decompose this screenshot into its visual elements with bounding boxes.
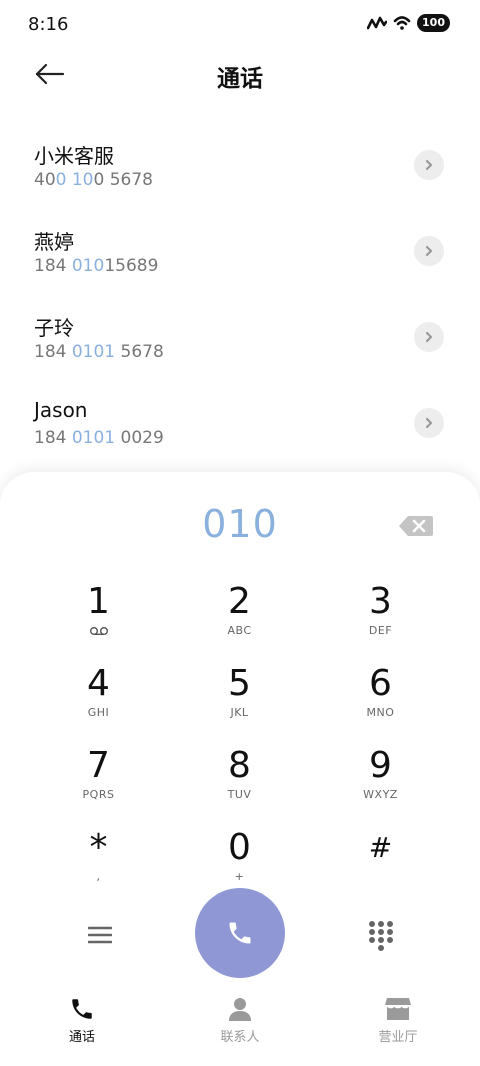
key-digit: 6 [369, 663, 392, 704]
key-8[interactable]: 8 TUV [169, 744, 310, 826]
contact-name: 小米客服 [34, 144, 114, 168]
contact-number: 184 0101 5678 [34, 342, 164, 362]
nav-item-contacts[interactable]: 联系人 [190, 996, 290, 1045]
menu-icon [88, 926, 112, 944]
key-letters: GHI [87, 706, 110, 719]
contact-number: 400 100 5678 [34, 170, 153, 190]
key-2[interactable]: 2 ABC [169, 580, 310, 662]
nav-item-store[interactable]: 营业厅 [348, 996, 448, 1045]
status-bar: 8:16 100 [0, 0, 480, 50]
key-letters: MNO [366, 706, 395, 719]
person-icon [229, 998, 251, 1021]
key-digit: 4 [87, 663, 110, 704]
store-icon [385, 998, 411, 1020]
voicemail-icon [89, 627, 108, 636]
contact-name: Jason [34, 398, 88, 422]
key-letters: JKL [230, 706, 249, 719]
contact-list: 小米客服 400 100 5678 燕婷 184 01015689 子玲 184… [0, 126, 480, 470]
key-digit: 1 [87, 581, 110, 622]
dialer-actions [0, 886, 480, 982]
contact-name: 燕婷 [34, 230, 74, 254]
key-7[interactable]: 7 PQRS [28, 744, 169, 826]
chevron-right-icon [425, 417, 433, 429]
key-digit: 9 [369, 745, 392, 786]
status-time: 8:16 [28, 14, 69, 35]
phone-icon [72, 999, 92, 1019]
call-button[interactable] [195, 888, 285, 978]
contact-detail-button[interactable] [414, 322, 444, 352]
key-1[interactable]: 1 [28, 580, 169, 662]
chevron-right-icon [425, 245, 433, 257]
contact-number: 184 01015689 [34, 256, 159, 276]
key-digit: * [89, 827, 108, 868]
bottom-nav: 通话 联系人 营业厅 [0, 996, 480, 1056]
phone-icon [229, 922, 251, 944]
nav-item-calls[interactable]: 通话 [32, 996, 132, 1045]
key-4[interactable]: 4 GHI [28, 662, 169, 744]
contact-item[interactable]: 子玲 184 0101 5678 [0, 298, 480, 384]
key-digit: 5 [228, 663, 251, 704]
wifi-icon [393, 16, 411, 30]
key-digit: 7 [87, 745, 110, 786]
key-digit: 3 [369, 581, 392, 622]
key-letters: + [234, 870, 245, 883]
contact-detail-button[interactable] [414, 236, 444, 266]
menu-button[interactable] [84, 920, 116, 950]
key-3[interactable]: 3 DEF [310, 580, 451, 662]
key-6[interactable]: 6 MNO [310, 662, 451, 744]
backspace-icon [399, 516, 433, 536]
status-icons: 100 [367, 14, 450, 32]
contact-name: 子玲 [34, 316, 74, 340]
key-letters: DEF [368, 624, 393, 637]
chevron-right-icon [425, 159, 433, 171]
nav-label: 联系人 [220, 1030, 260, 1045]
nav-label: 通话 [68, 1030, 95, 1045]
chevron-right-icon [425, 331, 433, 343]
contact-item[interactable]: Jason 184 0101 0029 [0, 384, 480, 470]
contact-detail-button[interactable] [414, 408, 444, 438]
contact-item[interactable]: 燕婷 184 01015689 [0, 212, 480, 298]
page-title: 通话 [217, 66, 263, 92]
key-digit: 2 [228, 581, 251, 622]
dialer-panel: 010 1 2 ABC 3 DEF 4 GHI 5 JKL 6 MNO 7 PQ… [0, 472, 480, 1066]
nav-label: 营业厅 [378, 1030, 418, 1045]
key-9[interactable]: 9 WXYZ [310, 744, 451, 826]
header: 通话 [0, 50, 480, 98]
key-letters: PQRS [82, 788, 115, 801]
battery-indicator: 100 [417, 14, 450, 32]
key-5[interactable]: 5 JKL [169, 662, 310, 744]
contact-detail-button[interactable] [414, 150, 444, 180]
key-digit: # [368, 831, 393, 864]
signal-icon [367, 16, 388, 30]
key-letters: , [96, 870, 101, 883]
backspace-button[interactable] [398, 514, 434, 538]
key-letters: ABC [227, 624, 252, 637]
key-digit: 0 [228, 827, 251, 868]
keypad-toggle-button[interactable] [366, 919, 396, 951]
key-letters: WXYZ [363, 788, 398, 801]
key-letters: TUV [227, 788, 252, 801]
key-digit: 8 [228, 745, 251, 786]
contact-number: 184 0101 0029 [34, 428, 164, 448]
contact-item[interactable]: 小米客服 400 100 5678 [0, 126, 480, 212]
dialpad-icon [369, 921, 393, 951]
